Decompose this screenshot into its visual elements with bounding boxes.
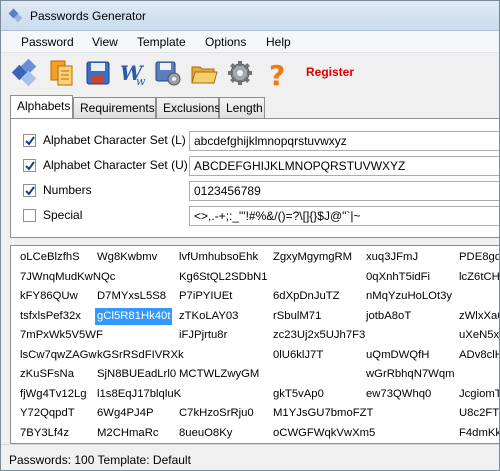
password-item[interactable]: lsCw7qwZAGw [20,347,97,364]
password-item[interactable]: iFJPjrtu8r [179,327,227,344]
password-item[interactable]: Kg6StQL2SDbN1 [179,269,268,286]
menu-options[interactable]: Options [205,35,246,49]
password-item[interactable]: M2CHmaRc [97,425,159,442]
help-icon[interactable]: ? [263,58,293,92]
passwords-count-label: Passwords: [9,453,72,467]
template-label: Template: [97,453,150,467]
password-item[interactable]: uXeN5xbd41SUL [459,327,499,344]
password-item[interactable]: l1s8EqJ17blqluK [97,386,181,403]
password-item[interactable]: kGSrRSdFIVRXk [97,347,184,364]
password-item[interactable]: 6dXpDnJuTZ [273,288,340,305]
save-icon[interactable] [83,58,113,88]
password-item[interactable]: 0lU6klJ7T [273,347,323,364]
password-item[interactable]: 7JWnqMudKwNQc [20,269,115,286]
template-name: Default [152,453,191,467]
register-link[interactable]: Register [306,65,354,79]
password-item[interactable]: oLCeBlzfhS [20,249,80,266]
password-item[interactable]: U8c2FTioZpzGV2 [459,405,499,422]
app-window: Passwords Generator Password View Templa… [0,0,500,471]
password-item[interactable]: C7kHzoSrRju0 [179,405,254,422]
svg-text:?: ? [269,59,285,88]
password-item[interactable]: MCTWLZwyGM [179,366,259,383]
app-logo-icon [8,8,24,24]
special-checkbox[interactable] [23,209,36,222]
password-item[interactable]: rSbulM71 [273,308,321,325]
password-item[interactable]: PDE8gqlQlFeQ [459,249,499,266]
special-field[interactable]: <>,.-+;:_"'!#%&/()=?\[]{}$J@"`|~ [189,206,499,226]
password-item[interactable]: 6Wg4PJ4P [97,405,154,422]
alphabet-lower-field[interactable]: abcdefghijklmnopqrstuvwxyz [189,131,499,151]
alphabet-lower-label: Alphabet Character Set (L) [43,133,186,147]
tab-alphabets[interactable]: Alphabets [10,95,73,118]
password-item[interactable]: 0qXnhT5idFi [366,269,430,286]
status-text: Passwords: 100 Template: Default [9,453,191,467]
password-item[interactable]: jotbA8oT [366,308,411,325]
toolbar: W w ? [1,53,499,93]
password-item[interactable]: P7iPYIUEt [179,288,232,305]
menu-help[interactable]: Help [266,35,291,49]
window-title: Passwords Generator [30,9,147,23]
menu-bar: Password View Template Options Help [1,31,499,53]
alphabets-panel: Alphabet Character Set (L) abcdefghijklm… [10,118,499,238]
passwords-count: 100 [74,453,95,467]
password-item[interactable]: uQmDWQfH [366,347,429,364]
password-item[interactable]: gCl5R81Hk40t [95,307,173,325]
password-item[interactable]: F4dmKkveJOYb [459,425,499,442]
password-item[interactable]: zKuSFsNa [20,366,74,383]
passwords-list[interactable]: oLCeBlzfhS Wg8Kwbmv lvfUmhubsoEhk ZgxyMgymg… [10,245,499,444]
tab-requirements[interactable]: Requirements [73,97,156,118]
password-item[interactable]: oCWGFWqkVwXm5 [273,425,375,442]
menu-view[interactable]: View [92,35,118,49]
checkmark-icon [25,161,35,171]
password-item[interactable]: 8ueuO8Ky [179,425,232,442]
title-bar: Passwords Generator [1,1,499,31]
checkmark-icon [25,186,35,196]
numbers-field[interactable]: 0123456789 [189,181,499,201]
password-item[interactable]: 7mPxWk5V5WF [20,327,103,344]
password-item[interactable]: zc23Uj2x5UJh7F3 [273,327,365,344]
password-item[interactable]: wGrRbhqN7Wqm [366,366,455,383]
password-item[interactable]: 7BY3Lf4z [20,425,69,442]
alphabet-upper-label: Alphabet Character Set (U) [43,158,188,172]
tab-length[interactable]: Length [219,97,265,118]
password-item[interactable]: tsfxlsPef32x [20,308,81,325]
save-template-icon[interactable] [153,58,183,88]
password-item[interactable]: M1YJsGU7bmoFZT [273,405,373,422]
password-item[interactable]: nMqYzuHoLOt3y [366,288,452,305]
password-item[interactable]: fjWg4Tv12Lg [20,386,87,403]
password-item[interactable]: ew73QWhq0 [366,386,431,403]
copy-icon[interactable] [47,58,77,88]
alphabet-upper-checkbox[interactable] [23,159,36,172]
alphabet-lower-checkbox[interactable] [23,134,36,147]
checkmark-icon [25,136,35,146]
tab-exclusions[interactable]: Exclusions [156,97,220,118]
password-item[interactable]: kFY86QUw [20,288,78,305]
open-folder-icon[interactable] [189,58,219,88]
special-label: Special [43,208,83,222]
settings-gear-icon[interactable] [225,58,255,88]
password-item[interactable]: zTKoLAY03 [179,308,238,325]
password-item[interactable]: D7MYxsL5S8 [97,288,166,305]
numbers-label: Numbers [43,183,92,197]
password-item[interactable]: SjN8BUEadLrl0 [97,366,176,383]
menu-template[interactable]: Template [137,35,186,49]
numbers-checkbox[interactable] [23,184,36,197]
password-item[interactable]: JcgiomTGZwhW6 [459,386,499,403]
generate-icon[interactable] [11,58,41,88]
password-item[interactable]: lvfUmhubsoEhk [179,249,258,266]
password-item[interactable]: ZgxyMgymgRM [273,249,352,266]
password-item[interactable]: zWlxXa63uy2 [459,308,499,325]
password-item[interactable]: ADv8clHJ [459,347,499,364]
svg-text:w: w [136,75,146,88]
menu-password[interactable]: Password [21,35,74,49]
alphabet-upper-field[interactable]: ABCDEFGHIJKLMNOPQRSTUVWXYZ [189,156,499,176]
password-item[interactable]: lcZ6tCHfVQRE5 [459,269,499,286]
password-item[interactable]: gkT5vAp0 [273,386,324,403]
word-export-icon[interactable]: W w [118,58,148,88]
password-item[interactable]: Y72QqpdT [20,405,75,422]
status-bar: Passwords: 100 Template: Default [1,444,499,470]
password-item[interactable]: xuq3JFmJ [366,249,418,266]
password-item[interactable]: Wg8Kwbmv [97,249,157,266]
